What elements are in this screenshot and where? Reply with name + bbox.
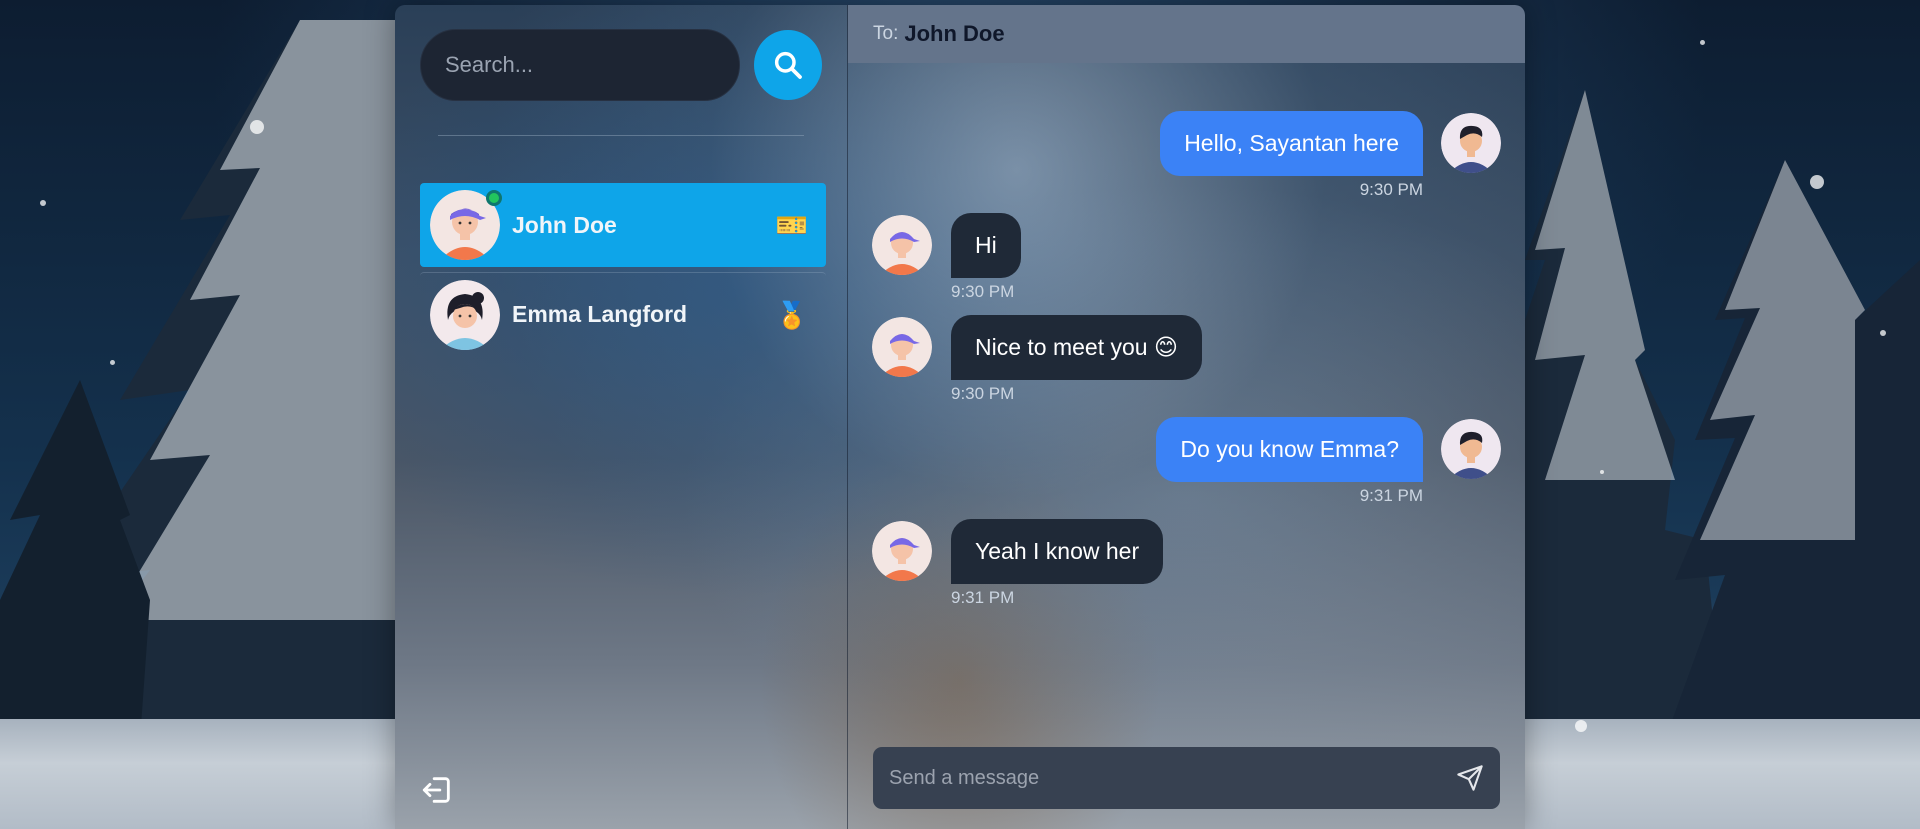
- snowflake: [1810, 175, 1824, 189]
- online-indicator: [486, 190, 502, 206]
- avatar: [430, 190, 502, 260]
- contact-avatar-icon: [872, 317, 932, 377]
- message-bubble: Yeah I know her: [951, 519, 1164, 584]
- my-avatar-icon: [1441, 419, 1501, 479]
- snowflake: [1575, 720, 1587, 732]
- snowflake: [110, 360, 115, 365]
- message-time: 9:31 PM: [1359, 486, 1423, 505]
- recipient-name: John Doe: [904, 21, 1005, 46]
- search-icon: [774, 51, 802, 79]
- search-button[interactable]: [754, 30, 822, 100]
- message-time: 9:30 PM: [1359, 180, 1423, 199]
- message-bubble: Hi: [951, 213, 1021, 278]
- snowflake: [1600, 470, 1604, 474]
- snowflake: [1700, 40, 1705, 45]
- to-label: To:: [873, 23, 899, 44]
- message-outgoing: Do you know Emma? 9:31 PM: [1156, 417, 1423, 506]
- pine-trees-left: [0, 20, 400, 740]
- my-avatar-icon: [1441, 113, 1501, 173]
- logout-icon[interactable]: [420, 773, 454, 807]
- message-composer: [873, 747, 1500, 809]
- chat-app: John Doe 🎫 Emma L: [395, 5, 1525, 829]
- message-outgoing: Hello, Sayantan here 9:30 PM: [1160, 111, 1423, 200]
- message-bubble: Do you know Emma?: [1156, 417, 1423, 482]
- send-icon: [1457, 765, 1483, 791]
- sidebar: John Doe 🎫 Emma L: [395, 5, 848, 829]
- pine-trees-right: [1525, 90, 1920, 740]
- snowflake: [250, 120, 264, 134]
- search-row: [420, 29, 822, 101]
- conversation-item-john-doe[interactable]: John Doe 🎫: [420, 183, 826, 267]
- divider: [438, 135, 804, 136]
- snowflake: [40, 200, 46, 206]
- message-input[interactable]: [873, 747, 1440, 809]
- conversation-list: John Doe 🎫 Emma Langford 🏅: [420, 183, 826, 356]
- message-incoming: Yeah I know her 9:31 PM: [951, 519, 1164, 608]
- contact-avatar-icon: [872, 215, 932, 275]
- contact-avatar-icon: [872, 521, 932, 581]
- message-bubble: Hello, Sayantan here: [1160, 111, 1423, 176]
- conversation-name: Emma Langford: [512, 301, 688, 327]
- message-time: 9:31 PM: [951, 588, 1015, 607]
- search-input[interactable]: [420, 29, 740, 101]
- medal-emoji-icon: 🏅: [775, 299, 808, 330]
- conversation-item-emma-langford[interactable]: Emma Langford 🏅: [420, 272, 826, 356]
- message-time: 9:30 PM: [951, 282, 1015, 301]
- message-time: 9:30 PM: [951, 384, 1015, 403]
- message-incoming: Nice to meet you 😊 9:30 PM: [951, 315, 1202, 404]
- send-button[interactable]: [1440, 747, 1500, 809]
- message-bubble: Nice to meet you 😊: [951, 315, 1202, 380]
- message-incoming: Hi 9:30 PM: [951, 213, 1021, 302]
- ticket-emoji-icon: 🎫: [775, 210, 808, 240]
- snowflake: [1880, 330, 1886, 336]
- chat-panel: To: John Doe Hello, Sayantan here 9:30 P…: [848, 5, 1525, 829]
- avatar-female-icon: [430, 279, 500, 350]
- chat-header: To: John Doe: [848, 5, 1525, 63]
- avatar: [430, 279, 500, 350]
- conversation-name: John Doe: [512, 211, 617, 238]
